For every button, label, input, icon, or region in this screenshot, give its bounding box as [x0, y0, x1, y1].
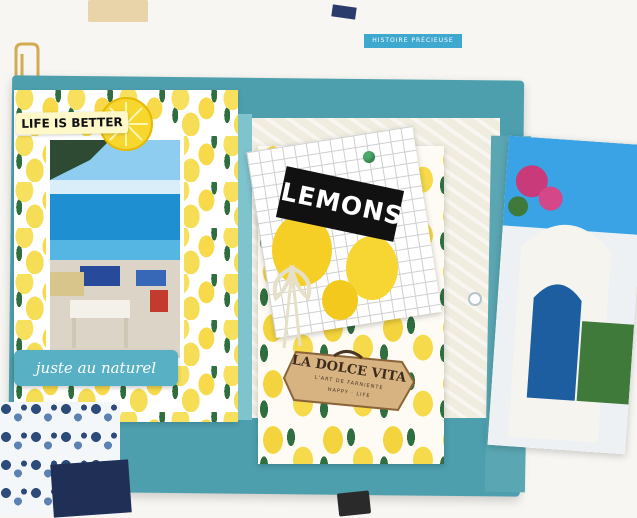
- juste-au-naturel-label: juste au naturel: [14, 350, 178, 386]
- wooden-block: [88, 0, 148, 22]
- twine-bow: [272, 264, 312, 349]
- dark-paper-scrap: [331, 4, 357, 20]
- green-brad: [363, 151, 375, 163]
- life-is-better-label: LIFE IS BETTER: [15, 111, 129, 135]
- dark-floral-paper: [50, 459, 132, 518]
- histoire-precieuse-tag: HISTOIRE PRÉCIEUSE: [364, 34, 462, 48]
- metal-eyelet: [468, 292, 482, 306]
- greek-doorway-photo: [487, 135, 637, 455]
- dark-scrap-bottom: [336, 490, 372, 517]
- seaside-cafe-photo: [50, 140, 180, 358]
